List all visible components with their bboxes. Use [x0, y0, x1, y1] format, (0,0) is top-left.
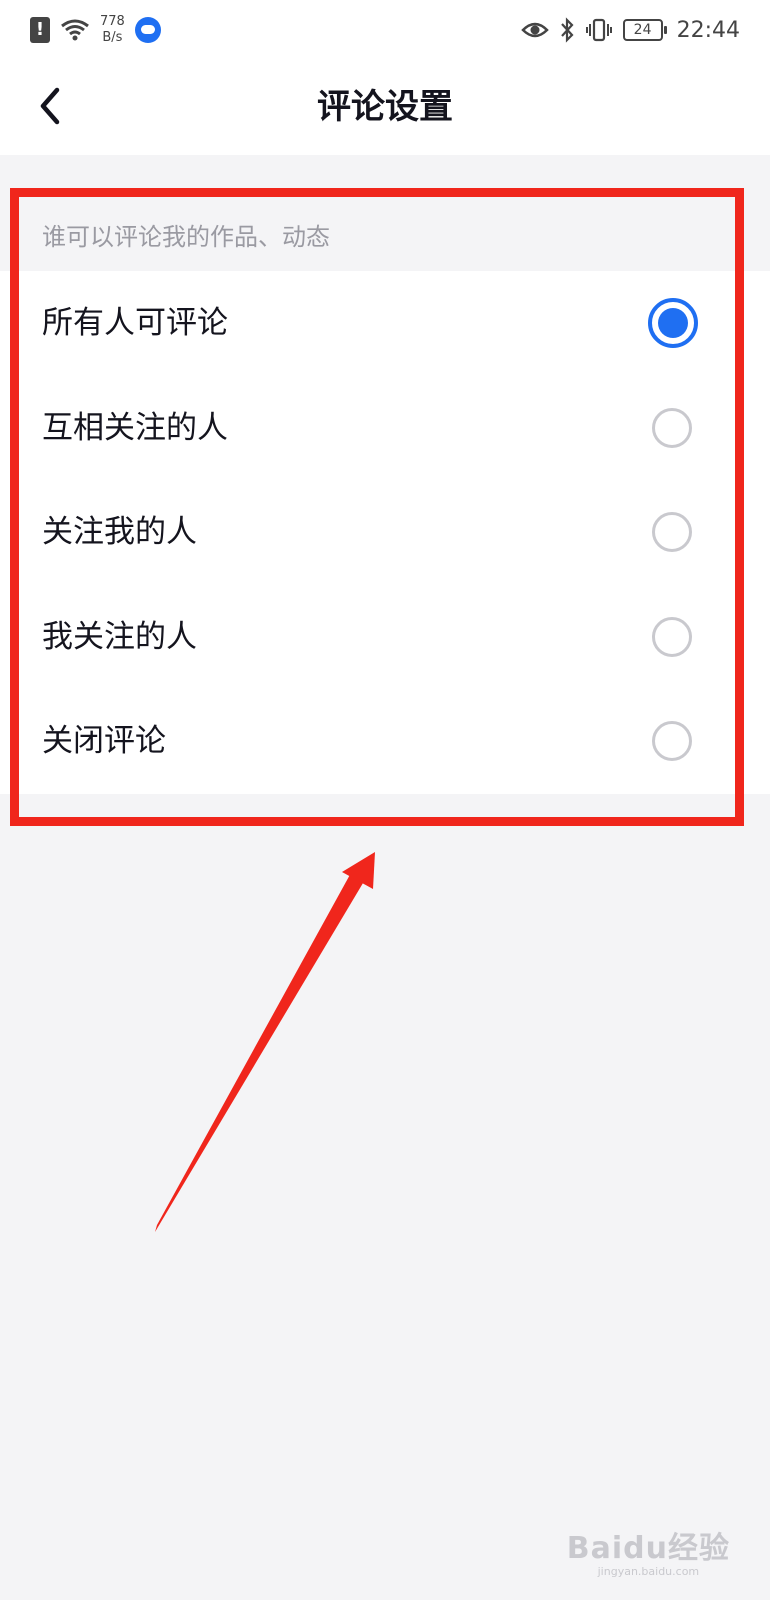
option-following[interactable]: 我关注的人 [0, 585, 770, 690]
option-mutual-follows[interactable]: 互相关注的人 [0, 376, 770, 481]
status-right: 24 22:44 [520, 12, 740, 48]
option-label: 我关注的人 [42, 618, 197, 655]
option-label: 互相关注的人 [42, 409, 228, 446]
nav-bar: 评论设置 [0, 60, 770, 155]
option-followers[interactable]: 关注我的人 [0, 480, 770, 585]
watermark-text: Baidu经验 [566, 1531, 730, 1566]
network-speed-unit: B/s [102, 30, 123, 45]
watermark-logo: Baidu经验 jingyan.baidu.com [567, 1523, 730, 1578]
eye-icon [520, 20, 549, 40]
alert-icon: ! [30, 17, 50, 43]
section-header: 谁可以评论我的作品、动态 [42, 223, 330, 251]
radio-button[interactable] [652, 512, 692, 553]
status-bar: ! 778 B/s 24 22:44 [0, 0, 770, 60]
option-label: 关注我的人 [42, 514, 197, 551]
wifi-icon [60, 18, 90, 42]
bluetooth-icon [559, 17, 575, 43]
option-label: 关闭评论 [42, 723, 166, 760]
network-speed-value: 778 [100, 14, 125, 29]
option-label: 所有人可评论 [42, 305, 228, 341]
chevron-left-icon [40, 87, 60, 125]
watermark-url: jingyan.baidu.com [597, 1565, 700, 1578]
radio-button[interactable] [652, 721, 692, 762]
page-title: 评论设置 [317, 87, 453, 127]
network-speed: 778 B/s [100, 14, 125, 46]
cloud-icon [134, 17, 161, 43]
clock: 22:44 [676, 17, 740, 43]
status-left: ! 778 B/s [30, 12, 161, 48]
battery-icon: 24 [622, 19, 667, 41]
vibrate-icon [585, 18, 613, 42]
radio-button[interactable] [652, 407, 692, 448]
option-everyone[interactable]: 所有人可评论 [0, 271, 770, 376]
radio-button[interactable] [648, 298, 698, 348]
option-disable-comments[interactable]: 关闭评论 [0, 689, 770, 794]
comment-permission-options: 所有人可评论 互相关注的人 关注我的人 我关注的人 关闭评论 [0, 271, 770, 794]
back-button[interactable] [22, 78, 78, 134]
radio-button[interactable] [652, 616, 692, 657]
